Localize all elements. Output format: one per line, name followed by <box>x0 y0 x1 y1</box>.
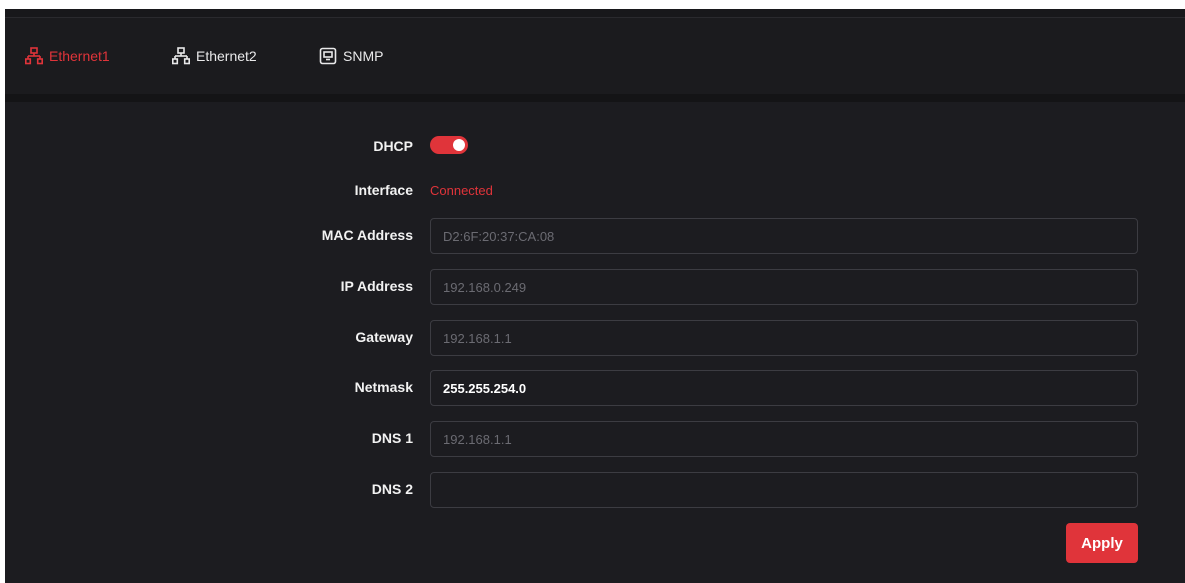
tab-label: Ethernet2 <box>196 48 257 64</box>
interface-status: Connected <box>430 183 493 198</box>
mac-address-label: MAC Address <box>321 227 413 243</box>
ip-address-field[interactable] <box>430 269 1138 305</box>
netmask-field[interactable] <box>430 370 1138 406</box>
apply-button[interactable]: Apply <box>1066 523 1138 563</box>
divider <box>5 94 1185 102</box>
dns2-field[interactable] <box>430 472 1138 508</box>
top-strip <box>5 9 1185 17</box>
dhcp-toggle[interactable] <box>430 136 468 154</box>
tab-bar: Ethernet1 Ethernet2 SNMP <box>5 17 1185 95</box>
tab-label: Ethernet1 <box>49 48 110 64</box>
tab-ethernet2[interactable]: Ethernet2 <box>172 18 257 94</box>
network-icon <box>25 47 43 65</box>
interface-label: Interface <box>354 182 413 198</box>
tab-snmp[interactable]: SNMP <box>319 18 383 94</box>
ip-address-label: IP Address <box>340 278 413 294</box>
mac-address-field[interactable] <box>430 218 1138 254</box>
ethernet-form: DHCP Interface Connected MAC Address IP … <box>5 102 1185 583</box>
network-icon <box>172 47 190 65</box>
gateway-label: Gateway <box>355 329 413 345</box>
toggle-knob <box>453 139 465 151</box>
gateway-field[interactable] <box>430 320 1138 356</box>
tab-ethernet1[interactable]: Ethernet1 <box>25 18 110 94</box>
dns1-label: DNS 1 <box>371 430 413 446</box>
dns1-field[interactable] <box>430 421 1138 457</box>
snmp-icon <box>319 47 337 65</box>
settings-panel: Ethernet1 Ethernet2 SNMP DHCP Interface … <box>5 9 1185 583</box>
dns2-label: DNS 2 <box>371 481 413 497</box>
tab-label: SNMP <box>343 48 384 64</box>
netmask-label: Netmask <box>354 379 413 395</box>
dhcp-label: DHCP <box>373 138 413 154</box>
